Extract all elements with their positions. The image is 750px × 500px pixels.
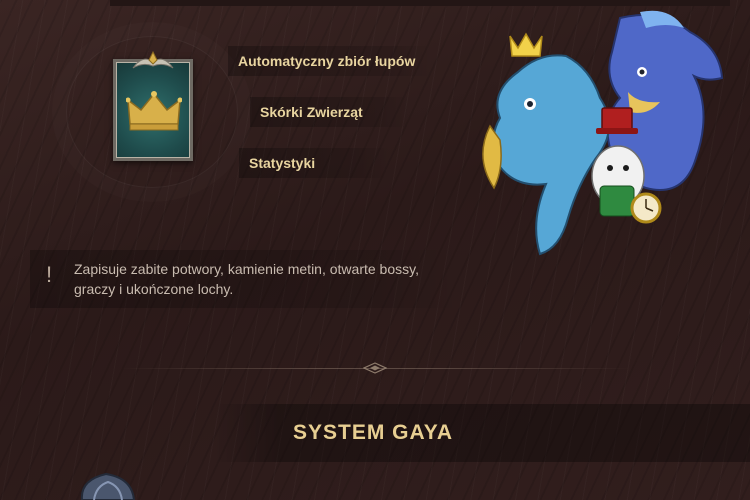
- crown-icon: [126, 91, 182, 131]
- menu-item-pet-skins[interactable]: Skórki Zwierząt: [250, 97, 410, 127]
- helmet-icon: [80, 472, 136, 500]
- top-panel-edge: [110, 0, 730, 6]
- menu-item-auto-loot[interactable]: Automatyczny zbiór łupów: [228, 46, 433, 76]
- crown-emblem: [113, 59, 193, 161]
- pet-characters-illustration: [482, 10, 724, 256]
- divider-ornament-icon: [363, 362, 387, 374]
- section-title: SYSTEM GAYA: [293, 421, 453, 444]
- info-description: Zapisuje zabite potwory, kamienie metin,…: [74, 261, 419, 297]
- emblem-ornament-icon: [132, 50, 174, 69]
- menu-item-statistics[interactable]: Statystyki: [239, 148, 389, 178]
- exclamation-icon: !: [46, 262, 53, 287]
